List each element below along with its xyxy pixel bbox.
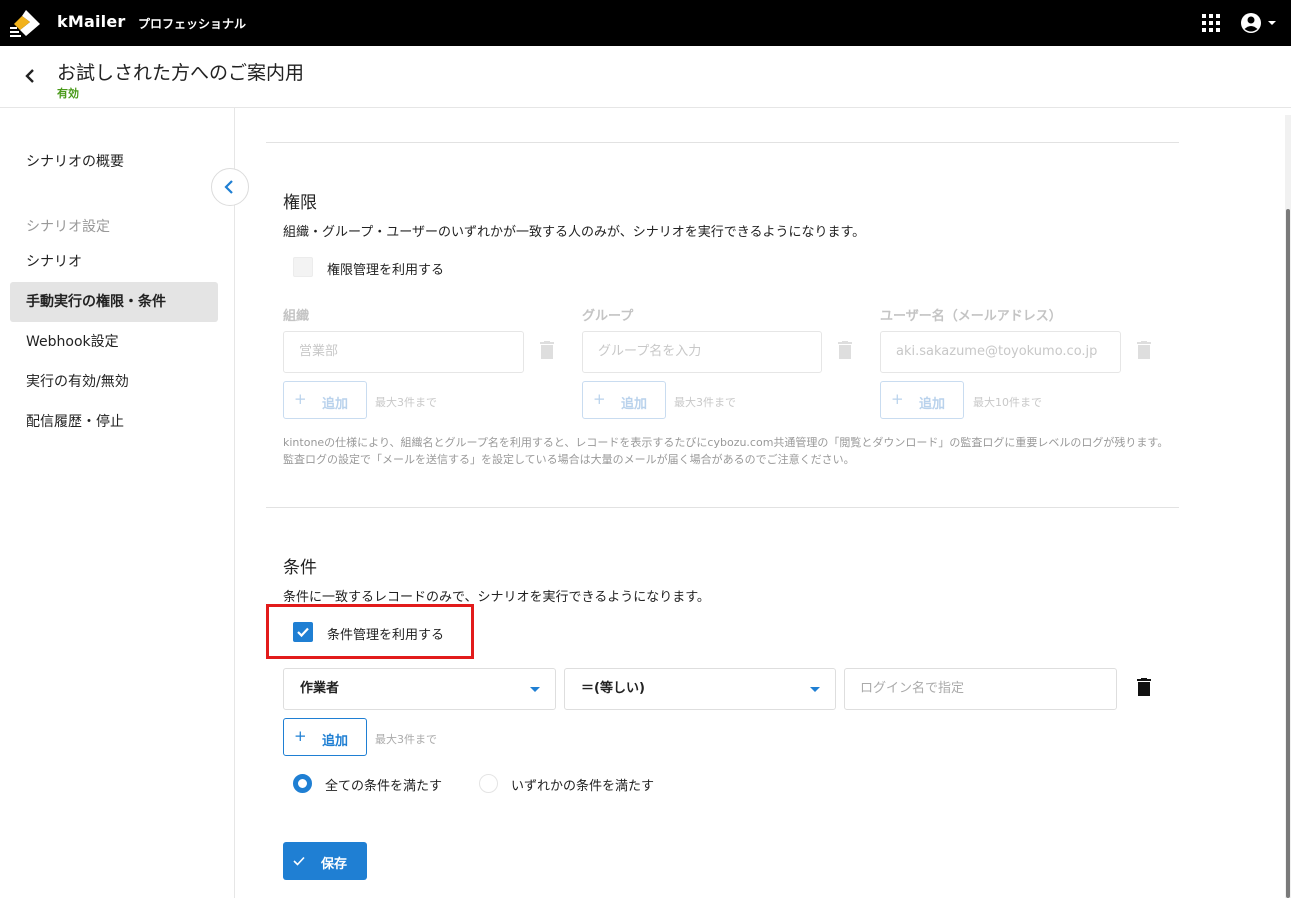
- checkmark-icon: [293, 856, 305, 866]
- trash-icon[interactable]: [1137, 341, 1151, 359]
- trash-icon[interactable]: [540, 341, 554, 359]
- plus-icon: +: [294, 390, 307, 408]
- divider: [266, 142, 1179, 143]
- status-badge: 有効: [57, 87, 79, 100]
- sidebar-item-webhook[interactable]: Webhook設定: [10, 322, 218, 362]
- highlight-box: [266, 604, 474, 659]
- plus-icon: +: [294, 727, 307, 745]
- sidebar-item-history[interactable]: 配信履歴・停止: [10, 402, 218, 442]
- sidebar-section-heading: シナリオ設定: [26, 219, 110, 235]
- user-email-input[interactable]: aki.sakazume@toyokumo.co.jp: [880, 331, 1121, 373]
- scrollbar-thumb[interactable]: [1286, 209, 1290, 898]
- conditions-heading: 条件: [283, 558, 317, 578]
- organization-label: 組織: [283, 309, 310, 324]
- sidebar-item-manual-permissions[interactable]: 手動実行の権限・条件: [10, 282, 218, 322]
- condition-field-value: 作業者: [300, 681, 340, 696]
- add-user-button[interactable]: + 追加: [880, 381, 964, 419]
- organization-input[interactable]: 営業部: [283, 331, 524, 373]
- condition-limit-note: 最大3件まで: [375, 733, 437, 746]
- plus-icon: +: [593, 390, 606, 408]
- chevron-left-icon: [224, 180, 233, 194]
- sidebar: シナリオの概要 シナリオ設定 シナリオ 手動実行の権限・条件 Webhook設定…: [0, 108, 235, 898]
- condition-operator-select[interactable]: ＝(等しい): [564, 668, 836, 710]
- caret-down-icon: [810, 687, 820, 692]
- page-header: お試しされた方へのご案内用 有効: [0, 46, 1291, 108]
- permissions-checkbox[interactable]: [293, 257, 313, 277]
- group-limit-note: 最大3件まで: [674, 396, 736, 409]
- page-title: お試しされた方へのご案内用: [57, 62, 305, 84]
- brand-name: kMailer: [57, 12, 126, 31]
- match-any-radio[interactable]: [479, 774, 498, 793]
- apps-grid-icon[interactable]: [1202, 14, 1220, 32]
- collapse-sidebar-button[interactable]: [211, 168, 249, 206]
- edition-label: プロフェッショナル: [138, 17, 247, 31]
- audit-log-footnote: kintoneの仕様により、組織名とグループ名を利用すると、レコードを表示するた…: [283, 436, 1169, 466]
- group-label: グループ: [582, 309, 634, 324]
- group-input[interactable]: グループ名を入力: [582, 331, 822, 373]
- condition-field-select[interactable]: 作業者: [283, 668, 556, 710]
- conditions-description: 条件に一致するレコードのみで、シナリオを実行できるようになります。: [283, 590, 710, 605]
- trash-icon[interactable]: [1137, 678, 1151, 696]
- permissions-description: 組織・グループ・ユーザーのいずれかが一致する人のみが、シナリオを実行できるように…: [283, 225, 866, 240]
- account-menu-icon[interactable]: [1239, 11, 1279, 35]
- organization-limit-note: 最大3件まで: [375, 396, 437, 409]
- match-any-label: いずれかの条件を満たす: [511, 779, 655, 794]
- sidebar-item-scenario[interactable]: シナリオ: [10, 242, 218, 282]
- sidebar-item-overview[interactable]: シナリオの概要: [10, 142, 218, 182]
- back-arrow-icon[interactable]: [20, 66, 40, 86]
- scrollbar[interactable]: [1285, 115, 1291, 898]
- save-button[interactable]: 保存: [283, 842, 367, 880]
- permissions-heading: 権限: [283, 193, 317, 213]
- condition-operator-value: ＝(等しい): [581, 681, 645, 696]
- caret-down-icon: [530, 687, 540, 692]
- sidebar-item-enable-disable[interactable]: 実行の有効/無効: [10, 362, 218, 402]
- kmailer-logo-icon[interactable]: [10, 8, 42, 38]
- add-condition-button[interactable]: + 追加: [283, 718, 367, 756]
- user-limit-note: 最大10件まで: [973, 396, 1042, 409]
- divider: [266, 507, 1179, 508]
- plus-icon: +: [891, 390, 904, 408]
- permissions-checkbox-label: 権限管理を利用する: [327, 263, 445, 278]
- add-group-button[interactable]: + 追加: [582, 381, 666, 419]
- trash-icon[interactable]: [838, 341, 852, 359]
- condition-value-input[interactable]: ログイン名で指定: [844, 668, 1117, 710]
- add-organization-button[interactable]: + 追加: [283, 381, 367, 419]
- user-label: ユーザー名（メールアドレス）: [880, 309, 1062, 324]
- match-all-radio[interactable]: [293, 774, 312, 793]
- top-bar: kMailer プロフェッショナル: [0, 0, 1291, 46]
- match-all-label: 全ての条件を満たす: [325, 779, 443, 794]
